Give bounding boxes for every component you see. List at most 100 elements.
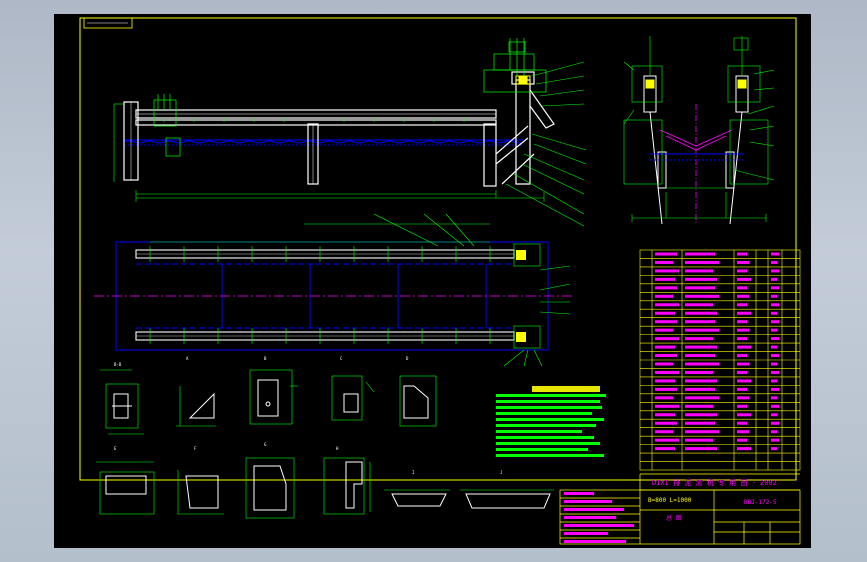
parts-cell-text xyxy=(737,430,749,434)
parts-cell-text xyxy=(737,252,747,256)
parts-cell-text xyxy=(737,345,751,349)
parts-cell-text xyxy=(685,354,715,358)
parts-cell-text xyxy=(685,438,713,442)
parts-cell-text xyxy=(655,337,679,341)
parts-cell-text xyxy=(737,294,749,298)
parts-cell-text xyxy=(655,430,673,434)
technical-notes xyxy=(496,386,606,457)
parts-cell-text xyxy=(655,354,677,358)
parts-cell-text xyxy=(685,277,717,281)
parts-cell-text xyxy=(685,269,713,273)
detail-dimensions xyxy=(96,369,554,519)
parts-cell-text xyxy=(737,311,751,315)
parts-cell-text xyxy=(771,370,779,374)
svg-text:E: E xyxy=(114,446,117,451)
parts-cell-text xyxy=(655,260,673,264)
title-block-spec: B=800 L=1000 xyxy=(648,497,692,504)
parts-cell-text xyxy=(771,337,779,341)
parts-cell-text xyxy=(737,421,747,425)
parts-cell-text xyxy=(655,320,677,324)
parts-cell-text xyxy=(685,311,717,315)
parts-cell-text xyxy=(737,447,751,451)
parts-cell-text xyxy=(771,387,779,391)
parts-cell-text xyxy=(737,396,749,400)
parts-cell-text xyxy=(771,328,777,332)
parts-cell-text xyxy=(685,447,717,451)
svg-text:J: J xyxy=(500,470,502,475)
title-block-title: DIXI 排 泥 渣 机 专 用 图 - 2002 xyxy=(652,478,777,487)
parts-cell-text xyxy=(771,286,779,290)
parts-cell-text xyxy=(655,345,675,349)
side-view xyxy=(623,36,775,225)
title-block: DIXI 排 泥 渣 机 专 用 图 - 2002 B=800 L=1000 总… xyxy=(559,473,801,545)
cad-viewport[interactable]: B-B A B C D E F G H I J DIXI 排 泥 渣 机 专 用… xyxy=(54,14,811,548)
title-block-sheet: 总 图 xyxy=(666,514,682,522)
parts-cell-text xyxy=(685,404,713,408)
parts-cell-text xyxy=(685,345,717,349)
parts-cell-text xyxy=(737,362,749,366)
parts-cell-text xyxy=(655,303,679,307)
parts-cell-text xyxy=(685,379,717,383)
parts-cell-text xyxy=(737,286,747,290)
cad-drawing: B-B A B C D E F G H I J DIXI 排 泥 渣 机 专 用… xyxy=(79,17,801,545)
parts-cell-text xyxy=(771,362,777,366)
parts-cell-text xyxy=(771,354,779,358)
detail-parts xyxy=(105,379,551,511)
parts-cell-text xyxy=(655,387,677,391)
parts-cell-text xyxy=(771,447,777,451)
svg-text:I: I xyxy=(412,470,415,475)
parts-cell-text xyxy=(771,396,777,400)
parts-cell-text xyxy=(771,379,777,383)
parts-cell-text xyxy=(771,294,777,298)
parts-cell-text xyxy=(771,311,777,315)
parts-cell-text xyxy=(771,413,777,417)
parts-cell-text xyxy=(737,404,747,408)
plan-view xyxy=(94,213,574,367)
parts-cell-text xyxy=(685,362,719,366)
parts-cell-text xyxy=(737,354,747,358)
parts-cell-text xyxy=(685,252,715,256)
parts-cell-text xyxy=(655,269,679,273)
parts-cell-text xyxy=(771,252,779,256)
svg-text:H: H xyxy=(336,446,339,451)
parts-cell-text xyxy=(685,328,719,332)
parts-cell-text xyxy=(655,413,675,417)
parts-cell-text xyxy=(771,430,777,434)
parts-cell-text xyxy=(655,252,677,256)
parts-cell-text xyxy=(771,260,777,264)
svg-text:B: B xyxy=(264,356,267,361)
front-elevation-view xyxy=(113,38,587,227)
parts-cell-text xyxy=(685,430,719,434)
parts-cell-text xyxy=(655,379,675,383)
parts-cell-text xyxy=(737,328,749,332)
parts-cell-text xyxy=(655,438,679,442)
parts-cell-text xyxy=(685,421,715,425)
parts-cell-text xyxy=(685,413,717,417)
svg-text:A: A xyxy=(186,356,189,361)
parts-cell-text xyxy=(737,260,749,264)
parts-cell-text xyxy=(655,311,675,315)
svg-text:C: C xyxy=(340,356,343,361)
parts-cell-text xyxy=(737,303,747,307)
parts-list-table xyxy=(639,249,801,471)
parts-cell-text xyxy=(685,337,713,341)
parts-cell-text xyxy=(655,404,679,408)
parts-cell-text xyxy=(771,277,777,281)
parts-cell-text xyxy=(737,337,747,341)
parts-cell-text xyxy=(737,269,747,273)
parts-cell-text xyxy=(655,362,673,366)
parts-cell-text xyxy=(737,413,751,417)
parts-cell-text xyxy=(655,328,673,332)
parts-cell-text xyxy=(737,379,751,383)
parts-cell-text xyxy=(771,404,779,408)
parts-cell-text xyxy=(771,421,779,425)
parts-cell-text xyxy=(685,286,715,290)
parts-cell-text xyxy=(655,294,673,298)
parts-cell-text xyxy=(737,370,747,374)
parts-cell-text xyxy=(685,320,715,324)
parts-cell-text xyxy=(655,370,679,374)
parts-cell-text xyxy=(685,387,715,391)
parts-cell-text xyxy=(655,421,677,425)
svg-text:B-B: B-B xyxy=(114,362,122,367)
svg-text:F: F xyxy=(194,446,197,451)
